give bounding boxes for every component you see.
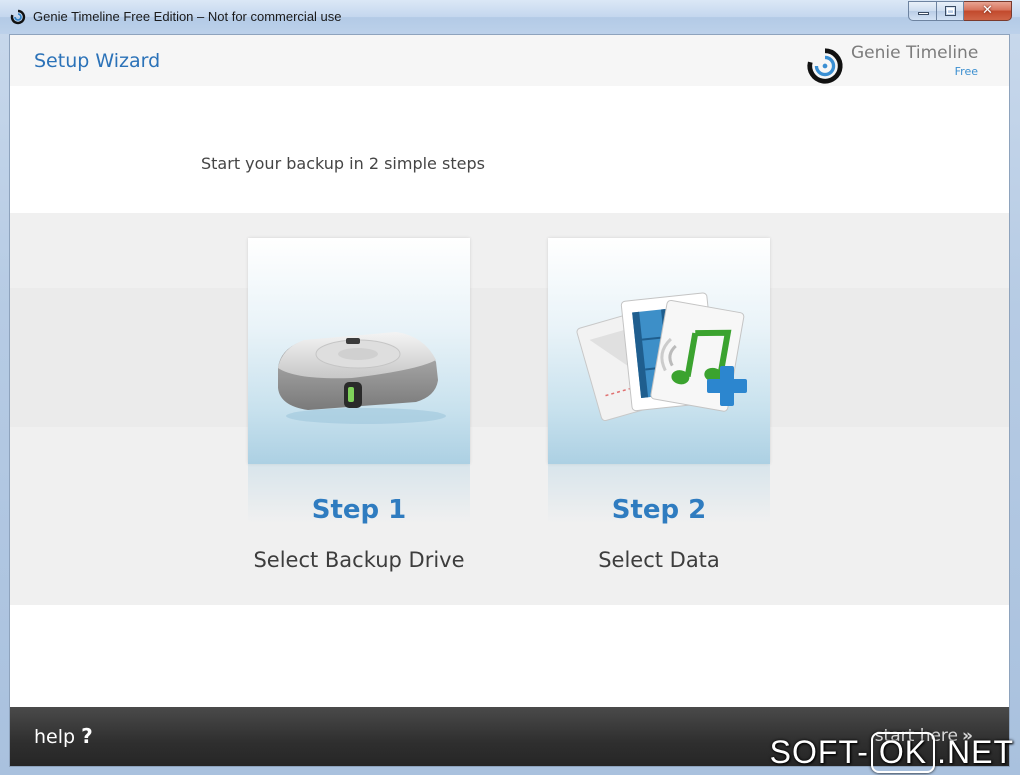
step-1-label[interactable]: Select Backup Drive [248, 548, 470, 572]
step-1-card[interactable] [248, 238, 470, 464]
minimize-icon [918, 12, 929, 15]
window-controls: ✕ [908, 1, 1012, 23]
watermark-part-2: OK [870, 732, 936, 773]
wizard-subtitle: Start your backup in 2 simple steps [201, 154, 485, 173]
brand-edition: Free [954, 65, 978, 78]
title-bar[interactable]: Genie Timeline Free Edition – Not for co… [0, 0, 1020, 34]
wizard-header: Setup Wizard Genie Timeline Free [10, 35, 1009, 86]
client-area: Setup Wizard Genie Timeline Free Start y… [9, 34, 1010, 767]
maximize-icon [945, 6, 956, 16]
minimize-button[interactable] [908, 1, 937, 21]
genie-logo-icon [807, 48, 843, 84]
help-label: help [34, 726, 76, 748]
hard-drive-icon [278, 332, 446, 424]
add-files-icon [576, 292, 747, 422]
help-icon: ? [81, 724, 93, 748]
close-icon: ✕ [982, 3, 993, 18]
page-title: Setup Wizard [34, 50, 161, 72]
app-window: Genie Timeline Free Edition – Not for co… [0, 0, 1020, 775]
step-1-number[interactable]: Step 1 [248, 495, 470, 525]
help-link[interactable]: help? [34, 724, 93, 748]
watermark-part-3: .NET [937, 734, 1014, 770]
app-logo-icon [10, 9, 26, 25]
step-2-number[interactable]: Step 2 [548, 495, 770, 525]
watermark: SOFT- OK .NET [770, 732, 1014, 773]
watermark-part-1: SOFT- [769, 734, 869, 770]
brand-name: Genie Timeline [851, 43, 979, 63]
close-button[interactable]: ✕ [964, 1, 1012, 21]
step-2-label[interactable]: Select Data [548, 548, 770, 572]
steps-band-lower [10, 288, 1009, 427]
window-title: Genie Timeline Free Edition – Not for co… [33, 9, 342, 24]
maximize-button[interactable] [937, 1, 964, 21]
step-2-card[interactable] [548, 238, 770, 464]
brand-logo: Genie Timeline Free [806, 43, 981, 84]
